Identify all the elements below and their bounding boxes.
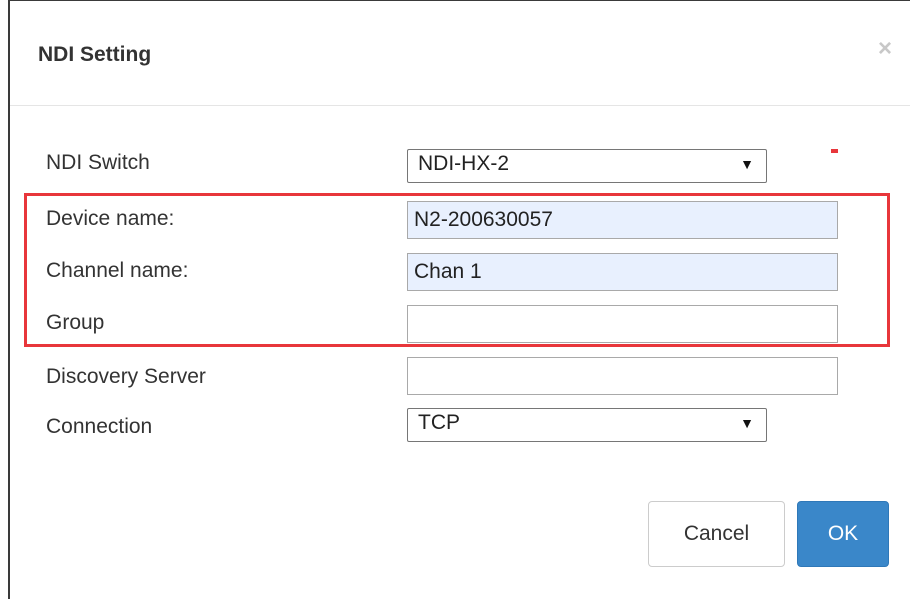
ndi-setting-dialog: NDI Setting × NDI Switch NDI-HX-2 ▼ Devi… [8, 0, 910, 599]
dropdown-arrow-icon: ▼ [740, 156, 754, 172]
connection-select[interactable]: TCP ▼ [407, 408, 767, 442]
highlight-box [24, 193, 890, 347]
ok-button[interactable]: OK [797, 501, 889, 567]
ndi-switch-label: NDI Switch [46, 151, 150, 174]
dropdown-arrow-icon: ▼ [740, 415, 754, 431]
red-marker [831, 149, 838, 153]
cancel-button[interactable]: Cancel [648, 501, 785, 567]
dialog-header: NDI Setting × [10, 1, 910, 106]
ndi-switch-select[interactable]: NDI-HX-2 ▼ [407, 149, 767, 183]
close-icon[interactable]: × [878, 37, 892, 61]
connection-value: TCP [418, 411, 460, 434]
dialog-title: NDI Setting [38, 43, 152, 66]
connection-label: Connection [46, 415, 153, 438]
discovery-server-input[interactable] [407, 357, 838, 395]
discovery-server-label: Discovery Server [46, 365, 206, 388]
ndi-switch-value: NDI-HX-2 [418, 152, 510, 175]
